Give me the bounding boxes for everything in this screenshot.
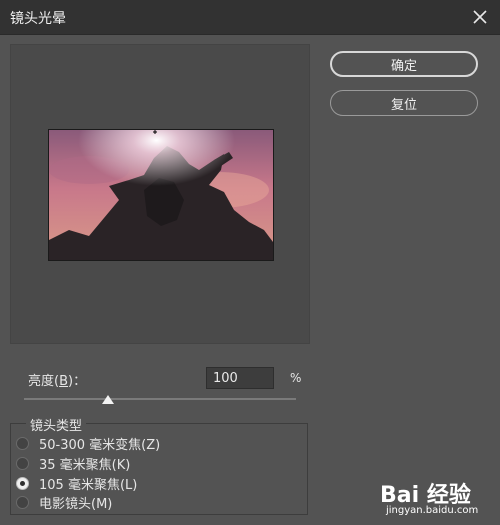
watermark-url: jingyan.baidu.com [386,505,479,516]
lens-type-title: 镜头类型 [26,415,87,434]
radio-icon [16,495,29,509]
brightness-slider-thumb[interactable] [102,395,114,404]
lens-option-label: 105 毫米聚焦(L) [39,477,138,493]
reset-button[interactable]: 复位 [330,90,478,116]
lens-option-35[interactable]: 35 毫米聚焦(K) [16,454,131,473]
title-bar: 镜头光晕 [0,0,500,35]
brightness-label: 亮度(B)： [28,370,86,389]
lens-option-105[interactable]: 105 毫米聚焦(L) [16,474,138,493]
lens-option-label: 35 毫米聚焦(K) [39,457,131,473]
radio-icon [16,436,29,450]
brightness-slider-track[interactable] [24,398,296,400]
lens-option-50-300[interactable]: 50-300 毫米变焦(Z) [16,434,161,453]
brightness-label-post: )： [68,374,87,389]
brightness-label-pre: 亮度( [28,374,60,389]
watermark: Bai 经验 jingyan.baidu.com [380,477,498,517]
preview-pane[interactable] [10,44,310,344]
percent-unit: % [290,371,302,385]
statue-photo [49,130,273,260]
ok-button[interactable]: 确定 [330,51,478,77]
radio-selected-icon [16,476,29,490]
close-icon [473,10,487,24]
lens-option-label: 电影镜头(M) [39,496,113,512]
lens-option-label: 50-300 毫米变焦(Z) [39,437,161,453]
radio-icon [16,456,29,470]
brightness-label-key: B [59,374,68,389]
lens-option-movie[interactable]: 电影镜头(M) [16,493,113,512]
brightness-input[interactable] [206,367,274,389]
preview-image[interactable] [48,129,274,261]
close-button[interactable] [468,5,492,29]
window-title: 镜头光晕 [10,11,66,27]
